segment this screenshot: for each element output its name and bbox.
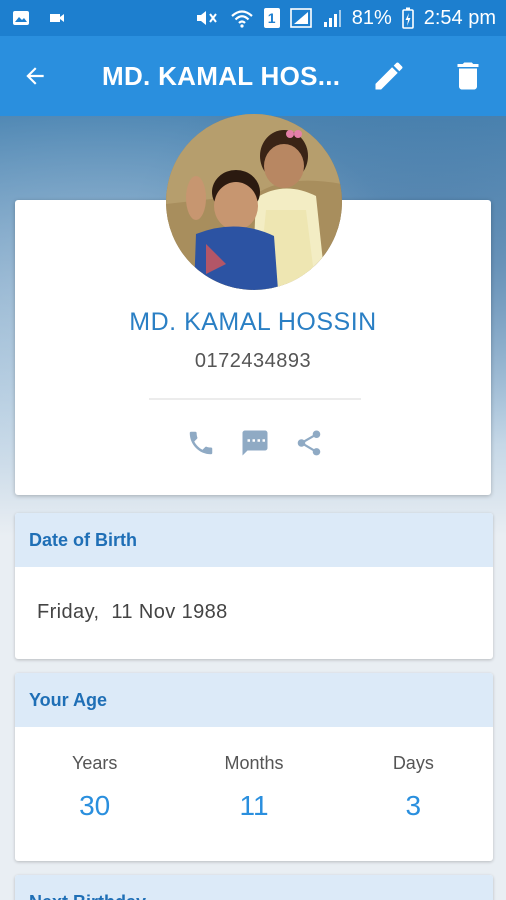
date-of-birth-value: Friday, 11 Nov 1988 (37, 600, 228, 623)
age-days-value: 3 (405, 790, 422, 821)
next-birthday-card: Next Birthday (15, 875, 493, 900)
age-months: Months 11 (174, 727, 333, 861)
age-years-label: Years (71, 753, 118, 773)
call-button[interactable] (185, 427, 217, 459)
age-days-label: Days (392, 753, 434, 773)
clock: 2:54 pm (423, 6, 496, 29)
message-button[interactable] (239, 427, 271, 459)
battery-percent: 81% (351, 6, 392, 29)
back-button[interactable] (0, 36, 70, 116)
share-button[interactable] (293, 427, 325, 459)
message-icon (242, 430, 268, 456)
page-title: MD. KAMAL HOS... (102, 60, 341, 91)
age-months-value: 11 (239, 790, 269, 821)
sim-badge: 1 (263, 8, 280, 28)
contact-name: MD. KAMAL HOSSIN (129, 308, 377, 336)
trash-icon (457, 62, 479, 90)
video-notification-icon (50, 14, 64, 22)
age-days: Days 3 (334, 727, 493, 861)
age-years-value: 30 (79, 790, 111, 821)
signal-icon-1 (289, 8, 312, 28)
gallery-notification-icon (13, 11, 29, 25)
age-grid: Years 30 Months 11 Days 3 (15, 727, 493, 861)
status-bar: 1 81% 2:54 pm (0, 0, 506, 36)
delete-button[interactable] (446, 54, 490, 98)
avatar-photo (166, 114, 342, 290)
divider (149, 398, 361, 400)
mute-icon (196, 11, 217, 25)
wifi-icon (230, 10, 253, 28)
signal-icon-2 (323, 10, 341, 27)
battery-icon (401, 7, 414, 29)
edit-button[interactable] (367, 54, 411, 98)
contact-actions (185, 426, 325, 460)
next-birthday-header: Next Birthday (15, 875, 493, 900)
pencil-icon (375, 62, 403, 90)
app-bar: MD. KAMAL HOS... (0, 36, 506, 116)
phone-icon (189, 431, 213, 455)
contact-avatar[interactable] (166, 114, 342, 290)
age-header: Your Age (15, 673, 493, 727)
arrow-back-icon (26, 67, 44, 85)
age-years: Years 30 (15, 727, 174, 861)
share-icon (297, 430, 321, 456)
contact-phone: 0172434893 (194, 350, 312, 372)
age-months-label: Months (224, 753, 284, 773)
age-card: Your Age Years 30 Months 11 Days 3 (15, 673, 493, 861)
date-of-birth-header: Date of Birth (15, 513, 493, 567)
date-of-birth-card: Date of Birth Friday, 11 Nov 1988 (15, 513, 493, 659)
